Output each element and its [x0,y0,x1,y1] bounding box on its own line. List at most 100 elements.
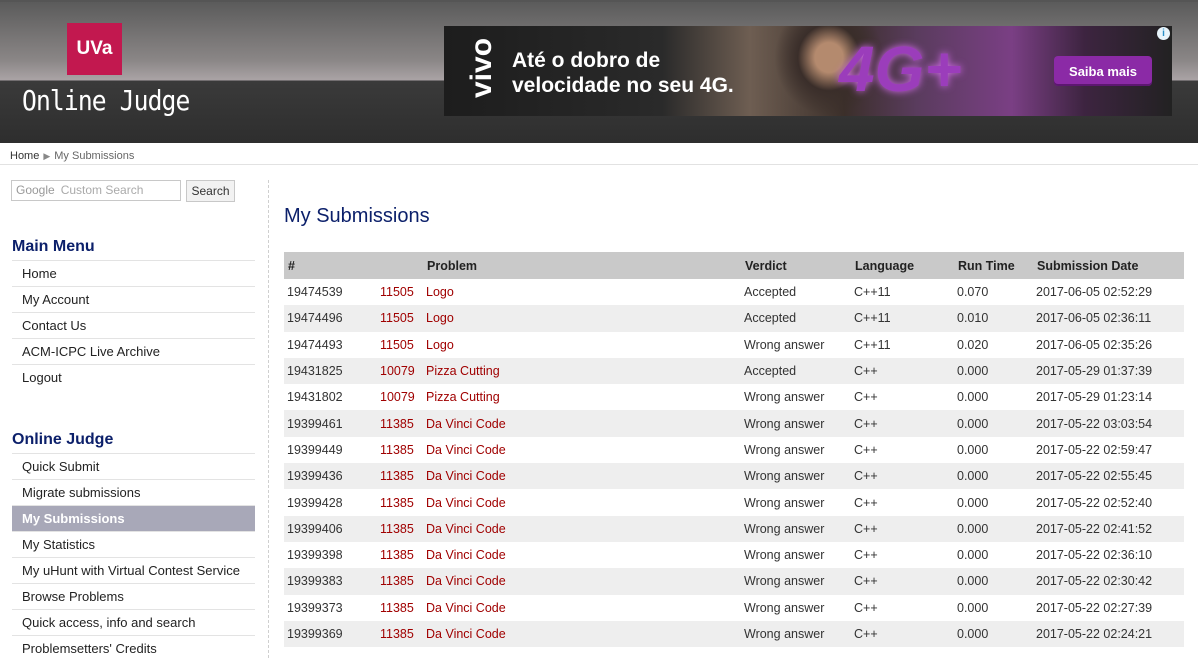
main-menu-item-live-archive[interactable]: ACM-ICPC Live Archive [12,338,255,364]
submission-id: 19399428 [284,489,377,516]
problem-id-link[interactable]: 11385 [377,620,423,648]
problem-name-link[interactable]: Da Vinci Code [423,463,741,490]
main-menu-item-my-account[interactable]: My Account [12,286,255,312]
col-header-submission-date: Submission Date [1033,252,1184,279]
problem-id-link[interactable]: 11385 [377,436,423,464]
breadcrumb-home-link[interactable]: Home [10,150,39,162]
ad-banner[interactable]: vivo Até o dobro de velocidade no seu 4G… [444,26,1172,116]
google-brand-text: Google [16,183,55,197]
problem-name-link[interactable]: Pizza Cutting [423,357,741,385]
submission-id: 19474496 [284,305,377,332]
run-time: 0.000 [954,384,1033,411]
submission-id: 19399369 [284,620,377,648]
language: C++11 [851,305,954,332]
submission-date: 2017-05-22 02:55:45 [1033,463,1184,490]
submission-id: 19474493 [284,331,377,358]
run-time: 0.020 [954,331,1033,358]
oj-menu-item-migrate-submissions[interactable]: Migrate submissions [12,479,255,505]
language: C++ [851,410,954,437]
problem-name-link[interactable]: Logo [423,279,741,306]
problem-id-link[interactable]: 11385 [377,568,423,595]
language: C++ [851,515,954,542]
ad-info-icon[interactable]: i [1157,27,1170,40]
col-header-problem-id [377,252,423,279]
ad-line-2: velocidade no seu 4G. [512,74,734,97]
submission-id: 19399406 [284,515,377,542]
problem-name-link[interactable]: Da Vinci Code [423,410,741,437]
table-row: 19431802 10079 Pizza Cutting Wrong answer C+… [284,384,1184,411]
problem-id-link[interactable]: 11385 [377,515,423,542]
page-title: My Submissions [284,205,430,227]
ad-cta-button[interactable]: Saiba mais [1054,56,1152,86]
language: C++ [851,489,954,516]
site-title[interactable]: Online Judge [22,84,190,117]
run-time: 0.000 [954,357,1033,385]
oj-menu-item-uhunt[interactable]: My uHunt with Virtual Contest Service [12,557,255,583]
problem-name-link[interactable]: Da Vinci Code [423,515,741,542]
problem-name-link[interactable]: Da Vinci Code [423,489,741,516]
ad-headline: Até o dobro de velocidade no seu 4G. [512,48,734,98]
col-header-id: # [284,252,377,279]
table-row: 19399406 11385 Da Vinci Code Wrong answer C+… [284,515,1184,542]
problem-id-link[interactable]: 11385 [377,594,423,621]
problem-name-link[interactable]: Pizza Cutting [423,384,741,411]
language: C++ [851,463,954,490]
problem-name-link[interactable]: Logo [423,305,741,332]
header-top-line [0,0,1198,2]
main-menu-item-home[interactable]: Home [12,260,255,286]
oj-menu-item-my-submissions[interactable]: My Submissions [12,505,255,531]
site-header: UVa Online Judge vivo Até o dobro de vel… [0,0,1198,143]
search-input[interactable]: Google Custom Search [11,180,181,201]
problem-id-link[interactable]: 11505 [377,279,423,306]
problem-id-link[interactable]: 10079 [377,384,423,411]
submission-date: 2017-05-22 02:24:21 [1033,620,1184,648]
problem-id-link[interactable]: 11385 [377,463,423,490]
table-row: 19474493 11505 Logo Wrong answer C++11 0.020 2… [284,331,1184,358]
problem-id-link[interactable]: 11505 [377,331,423,358]
submissions-table: # Problem Verdict Language Run Time Subm… [284,252,1184,648]
table-row: 19399398 11385 Da Vinci Code Wrong answer C+… [284,541,1184,569]
oj-menu-item-browse-problems[interactable]: Browse Problems [12,583,255,609]
problem-name-link[interactable]: Logo [423,331,741,358]
sidebar-divider [268,180,269,658]
verdict: Wrong answer [741,515,851,542]
oj-menu-item-problemsetters-credits[interactable]: Problemsetters' Credits [12,635,255,661]
search-button[interactable]: Search [186,180,235,202]
submission-id: 19431825 [284,357,377,385]
verdict: Accepted [741,279,851,306]
run-time: 0.000 [954,436,1033,464]
submission-date: 2017-05-22 02:27:39 [1033,594,1184,621]
problem-id-link[interactable]: 11385 [377,410,423,437]
submission-date: 2017-05-29 01:23:14 [1033,384,1184,411]
problem-id-link[interactable]: 11505 [377,305,423,332]
problem-name-link[interactable]: Da Vinci Code [423,436,741,464]
oj-menu-item-quick-submit[interactable]: Quick Submit [12,453,255,479]
main-menu-item-logout[interactable]: Logout [12,364,255,390]
problem-name-link[interactable]: Da Vinci Code [423,568,741,595]
verdict: Wrong answer [741,594,851,621]
problem-name-link[interactable]: Da Vinci Code [423,541,741,569]
uva-logo[interactable]: UVa [67,23,122,75]
submission-id: 19399461 [284,410,377,437]
main-menu-item-contact-us[interactable]: Contact Us [12,312,255,338]
logo-text: UVa [76,38,113,59]
verdict: Wrong answer [741,384,851,411]
problem-id-link[interactable]: 11385 [377,489,423,516]
problem-id-link[interactable]: 10079 [377,357,423,385]
table-row: 19399369 11385 Da Vinci Code Wrong answer C+… [284,620,1184,648]
submission-date: 2017-05-29 01:37:39 [1033,357,1184,385]
submissions-table-body: 19474539 11505 Logo Accepted C++11 0.070 2017-… [284,279,1184,648]
problem-name-link[interactable]: Da Vinci Code [423,594,741,621]
oj-menu-item-my-statistics[interactable]: My Statistics [12,531,255,557]
submission-id: 19474539 [284,279,377,306]
language: C++ [851,620,954,648]
language: C++ [851,436,954,464]
run-time: 0.000 [954,620,1033,648]
verdict: Wrong answer [741,620,851,648]
submission-id: 19399436 [284,463,377,490]
problem-id-link[interactable]: 11385 [377,541,423,569]
table-row: 19399449 11385 Da Vinci Code Wrong answer C+… [284,436,1184,464]
submission-id: 19431802 [284,384,377,411]
oj-menu-item-quick-access[interactable]: Quick access, info and search [12,609,255,635]
problem-name-link[interactable]: Da Vinci Code [423,620,741,648]
